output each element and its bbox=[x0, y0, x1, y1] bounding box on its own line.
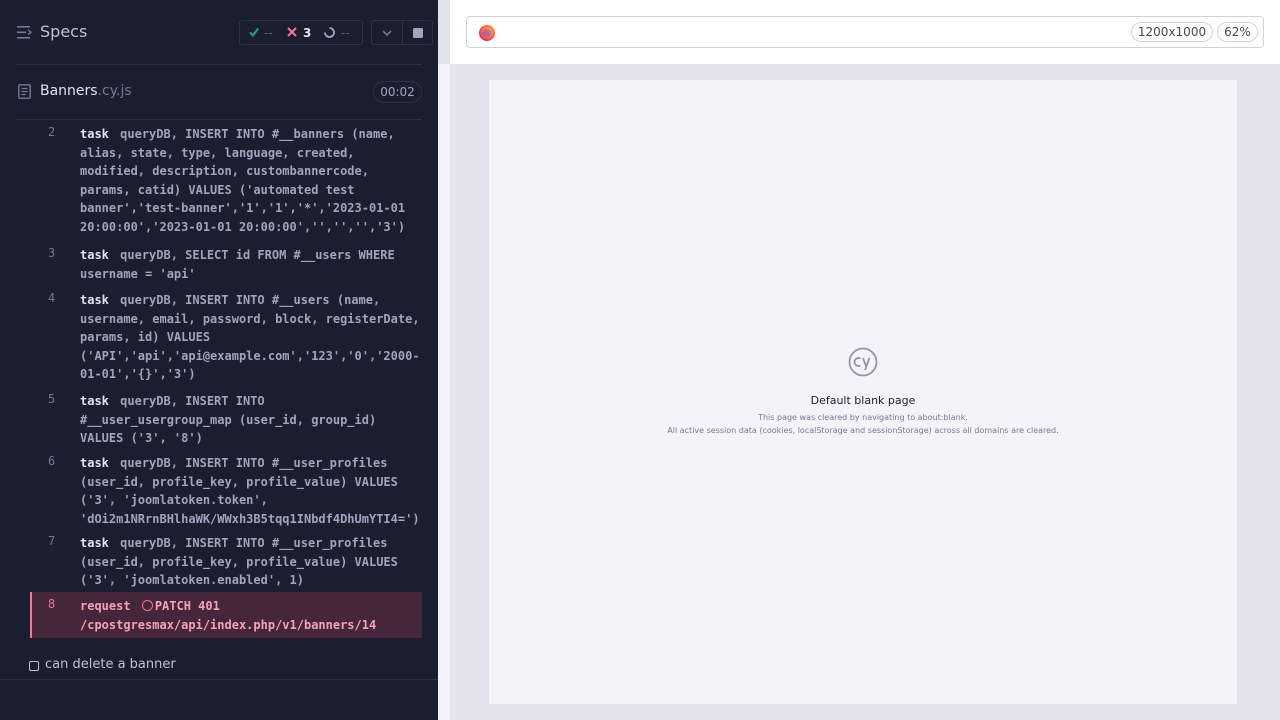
command-name: task bbox=[80, 127, 109, 141]
command-row[interactable]: 3 task queryDB, SELECT id FROM #__users … bbox=[30, 246, 422, 286]
blank-page-title: Default blank page bbox=[810, 394, 916, 407]
command-row[interactable]: 7 task queryDB, INSERT INTO #__user_prof… bbox=[30, 534, 422, 592]
command-row-failed[interactable]: 8 request PATCH 401 /cpostgresmax/api/in… bbox=[30, 592, 422, 638]
command-number: 7 bbox=[48, 534, 56, 548]
command-message: queryDB, SELECT id FROM #__users WHERE u… bbox=[80, 248, 395, 281]
reporter-panel: Specs -- 3 -- Banners.cy.js 00:02 2 task… bbox=[0, 0, 438, 720]
test-title: can delete a banner bbox=[45, 657, 176, 672]
stop-icon[interactable] bbox=[413, 28, 423, 38]
check-icon bbox=[249, 27, 259, 37]
chevron-down-icon[interactable] bbox=[382, 29, 392, 37]
header-divider bbox=[16, 64, 422, 65]
zoom-level-badge[interactable]: 62% bbox=[1217, 22, 1258, 42]
controls-divider bbox=[402, 21, 403, 44]
test-status-icon bbox=[29, 661, 39, 671]
command-name: task bbox=[80, 394, 109, 408]
failed-circle-icon bbox=[141, 600, 153, 611]
command-row[interactable]: 4 task queryDB, INSERT INTO #__users (na… bbox=[30, 291, 422, 386]
viewport-size-badge[interactable]: 1200x1000 bbox=[1131, 22, 1213, 42]
command-number: 5 bbox=[48, 392, 56, 406]
command-name: request bbox=[80, 599, 131, 613]
reporter-scrollbar[interactable] bbox=[438, 64, 450, 720]
spec-duration: 00:02 bbox=[373, 81, 422, 103]
x-icon bbox=[287, 27, 297, 37]
specs-title[interactable]: Specs bbox=[40, 22, 87, 41]
command-row[interactable]: 2 task queryDB, INSERT INTO #__banners (… bbox=[30, 125, 422, 243]
failed-count: 3 bbox=[303, 26, 312, 40]
command-log: 2 task queryDB, INSERT INTO #__banners (… bbox=[30, 120, 422, 640]
spinner-icon bbox=[324, 27, 335, 38]
command-row[interactable]: 6 task queryDB, INSERT INTO #__user_prof… bbox=[30, 454, 422, 530]
menu-icon[interactable] bbox=[17, 26, 32, 39]
spec-file-ext: .cy.js bbox=[97, 83, 132, 99]
blank-page-text: This page was cleared by navigating to a… bbox=[758, 413, 968, 422]
command-number: 6 bbox=[48, 454, 56, 468]
passed-count: -- bbox=[264, 26, 273, 40]
command-number: 2 bbox=[48, 125, 56, 139]
spec-file-basename: Banners bbox=[40, 83, 98, 99]
aut-iframe[interactable]: Default blank page This page was cleared… bbox=[489, 80, 1237, 704]
command-message: queryDB, INSERT INTO #__banners (name, a… bbox=[80, 127, 406, 234]
test-row[interactable]: can delete a banner bbox=[0, 655, 438, 679]
command-row[interactable]: 5 task queryDB, INSERT INTO #__user_user… bbox=[30, 392, 422, 450]
spec-file-name[interactable]: Banners.cy.js bbox=[40, 83, 132, 99]
command-name: task bbox=[80, 293, 109, 307]
firefox-icon[interactable] bbox=[479, 25, 495, 41]
test-stats: -- 3 -- bbox=[239, 20, 363, 45]
command-name: task bbox=[80, 456, 109, 470]
pending-count: -- bbox=[341, 26, 350, 40]
command-number: 3 bbox=[48, 246, 56, 260]
command-number: 8 bbox=[48, 597, 56, 611]
command-message: queryDB, INSERT INTO #__users (name, use… bbox=[80, 293, 420, 382]
specs-header: Specs -- 3 -- bbox=[0, 0, 438, 64]
command-message: queryDB, INSERT INTO #__user_usergroup_m… bbox=[80, 394, 377, 446]
command-message: queryDB, INSERT INTO #__user_profiles (u… bbox=[80, 456, 420, 526]
aut-header: 1200x1000 62% bbox=[450, 0, 1280, 64]
cypress-logo-icon bbox=[848, 347, 878, 377]
test-divider bbox=[0, 679, 438, 680]
command-name: task bbox=[80, 248, 109, 262]
spec-file-row: Banners.cy.js 00:02 bbox=[0, 66, 438, 118]
url-bar[interactable]: 1200x1000 62% bbox=[466, 16, 1264, 48]
command-name: task bbox=[80, 536, 109, 550]
command-number: 4 bbox=[48, 291, 56, 305]
command-message: queryDB, INSERT INTO #__user_profiles (u… bbox=[80, 536, 398, 588]
blank-page-text: All active session data (cookies, localS… bbox=[667, 426, 1059, 435]
file-icon bbox=[18, 84, 31, 99]
run-controls bbox=[371, 20, 433, 45]
